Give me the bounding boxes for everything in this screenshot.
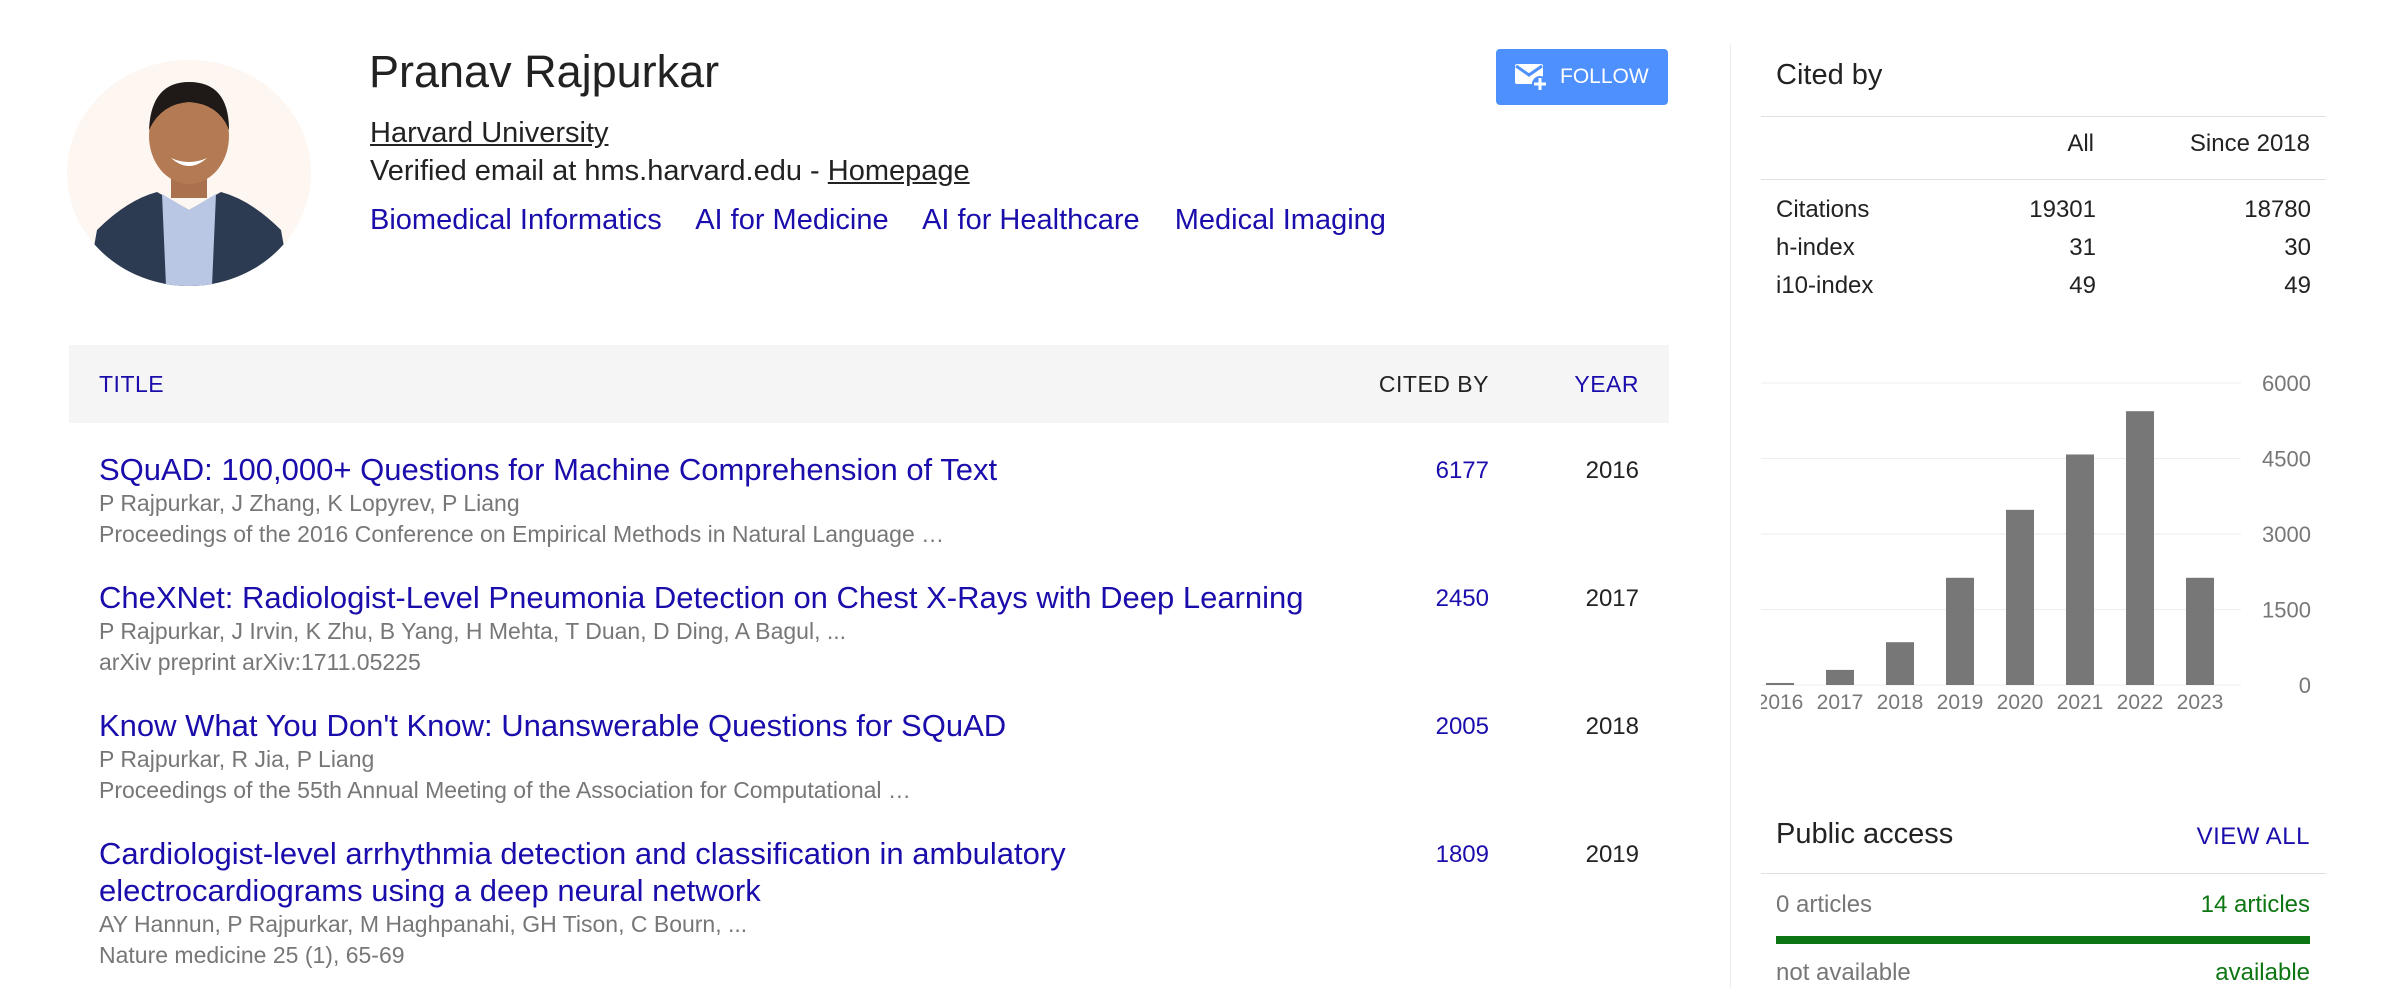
table-row: CheXNet: Radiologist-Level Pneumonia Det…	[99, 579, 1669, 678]
stats-all-value: 31	[2069, 234, 2096, 261]
publication-authors: P Rajpurkar, J Irvin, K Zhu, B Yang, H M…	[99, 618, 847, 644]
chart-bar-2021[interactable]	[2066, 454, 2094, 685]
chart-bar-2022[interactable]	[2126, 411, 2154, 685]
stats-label[interactable]: Citations	[1776, 195, 1869, 225]
view-all-link[interactable]: VIEW ALL	[2197, 820, 2310, 854]
available-label: available	[2215, 959, 2310, 986]
profile-photo	[67, 60, 311, 286]
email-line: Verified email at hms.harvard.edu - Home…	[370, 153, 970, 189]
publication-authors: P Rajpurkar, R Jia, P Liang	[99, 746, 375, 772]
divider	[1761, 116, 2326, 117]
table-row: Know What You Don't Know: Unanswerable Q…	[99, 707, 1669, 806]
divider	[1761, 179, 2326, 180]
y-tick-label: 6000	[2262, 371, 2311, 396]
publication-authors: AY Hannun, P Rajpurkar, M Haghpanahi, GH…	[99, 911, 748, 937]
chart-bar-2019[interactable]	[1946, 577, 1974, 685]
publication-authors: P Rajpurkar, J Zhang, K Lopyrev, P Liang	[99, 490, 520, 516]
available-articles-link[interactable]: 14 articles	[2201, 889, 2310, 921]
cited-by-count-link[interactable]: 2450	[1436, 583, 1489, 615]
table-row: Cardiologist-level arrhythmia detection …	[99, 835, 1669, 971]
homepage-link[interactable]: Homepage	[828, 155, 970, 187]
publication-venue: Proceedings of the 2016 Conference on Em…	[99, 521, 945, 547]
stats-since-value: 30	[2284, 234, 2311, 261]
affiliation-link[interactable]: Harvard University	[370, 115, 609, 151]
publication-venue: arXiv preprint arXiv:1711.05225	[99, 649, 421, 675]
x-tick-label: 2016	[1761, 691, 1803, 714]
column-header-cited-by[interactable]: CITED BY	[1379, 345, 1489, 423]
y-tick-label: 4500	[2262, 447, 2311, 472]
column-header-year[interactable]: YEAR	[1574, 345, 1639, 423]
interest-link[interactable]: AI for Healthcare	[922, 204, 1140, 236]
avatar	[67, 60, 311, 286]
x-tick-label: 2023	[2177, 691, 2224, 714]
publication-title-link[interactable]: CheXNet: Radiologist-Level Pneumonia Det…	[99, 579, 1319, 616]
y-tick-label: 3000	[2262, 522, 2311, 547]
stats-since-value: 18780	[2244, 196, 2311, 223]
public-access-heading: Public access	[1776, 818, 1954, 850]
publication-year: 2017	[1585, 585, 1639, 612]
chart-bar-2017[interactable]	[1826, 669, 1854, 685]
column-divider	[1730, 44, 1731, 988]
publication-title-link[interactable]: Cardiologist-level arrhythmia detection …	[99, 835, 1319, 909]
interest-link[interactable]: AI for Medicine	[695, 204, 888, 236]
publication-title-link[interactable]: Know What You Don't Know: Unanswerable Q…	[99, 707, 1319, 744]
public-access-bar	[1776, 936, 2310, 944]
x-tick-label: 2020	[1997, 691, 2044, 714]
column-header-title[interactable]: TITLE	[99, 345, 164, 423]
stats-all-value: 49	[2069, 272, 2096, 299]
chart-bar-2016[interactable]	[1766, 682, 1794, 685]
chart-bar-2023[interactable]	[2186, 577, 2214, 685]
public-access-bar-fill	[1776, 936, 2310, 944]
x-tick-label: 2018	[1877, 691, 1924, 714]
verified-email-text: Verified email at hms.harvard.edu -	[370, 155, 828, 187]
y-tick-label: 0	[2299, 673, 2311, 698]
table-row: SQuAD: 100,000+ Questions for Machine Co…	[99, 451, 1669, 550]
mail-plus-icon	[1515, 64, 1548, 92]
cited-by-heading: Cited by	[1776, 59, 1883, 91]
publication-year: 2019	[1585, 841, 1639, 868]
stats-since-value: 49	[2284, 272, 2311, 299]
publication-year: 2016	[1585, 457, 1639, 484]
divider	[1761, 797, 2326, 798]
chart-bar-2020[interactable]	[2006, 509, 2034, 685]
chart-bar-2018[interactable]	[1886, 642, 1914, 685]
x-tick-label: 2021	[2057, 691, 2104, 714]
profile-name: Pranav Rajpurkar	[369, 46, 720, 97]
cited-by-count-link[interactable]: 2005	[1436, 711, 1489, 743]
cited-by-count-link[interactable]: 1809	[1436, 839, 1489, 871]
publication-year: 2018	[1585, 713, 1639, 740]
unavailable-articles-link[interactable]: 0 articles	[1776, 889, 1872, 921]
interest-link[interactable]: Medical Imaging	[1175, 204, 1386, 236]
column-header-all: All	[2067, 130, 2094, 157]
x-tick-label: 2017	[1817, 691, 1864, 714]
not-available-label: not available	[1776, 959, 1911, 986]
divider	[1761, 873, 2326, 874]
publication-venue: Nature medicine 25 (1), 65-69	[99, 942, 405, 968]
x-tick-label: 2019	[1937, 691, 1984, 714]
y-tick-label: 1500	[2262, 598, 2311, 623]
interest-link[interactable]: Biomedical Informatics	[370, 204, 662, 236]
x-tick-label: 2022	[2117, 691, 2164, 714]
cited-by-count-link[interactable]: 6177	[1436, 455, 1489, 487]
table-header: TITLE CITED BY YEAR	[69, 345, 1669, 423]
publication-venue: Proceedings of the 55th Annual Meeting o…	[99, 777, 911, 803]
publication-title-link[interactable]: SQuAD: 100,000+ Questions for Machine Co…	[99, 451, 1319, 488]
stats-label[interactable]: h-index	[1776, 233, 1855, 263]
citations-per-year-chart: 6000 4500 3000 1500 0 2016 2017 2018 2019 2020 202…	[1761, 371, 2311, 714]
column-header-since: Since 2018	[2189, 130, 2310, 157]
stats-all-value: 19301	[2029, 196, 2096, 223]
follow-label: FOLLOW	[1560, 65, 1649, 88]
follow-button[interactable]: FOLLOW	[1496, 49, 1668, 105]
research-interests: Biomedical Informatics AI for Medicine A…	[370, 200, 1413, 240]
stats-label[interactable]: i10-index	[1776, 271, 1873, 301]
